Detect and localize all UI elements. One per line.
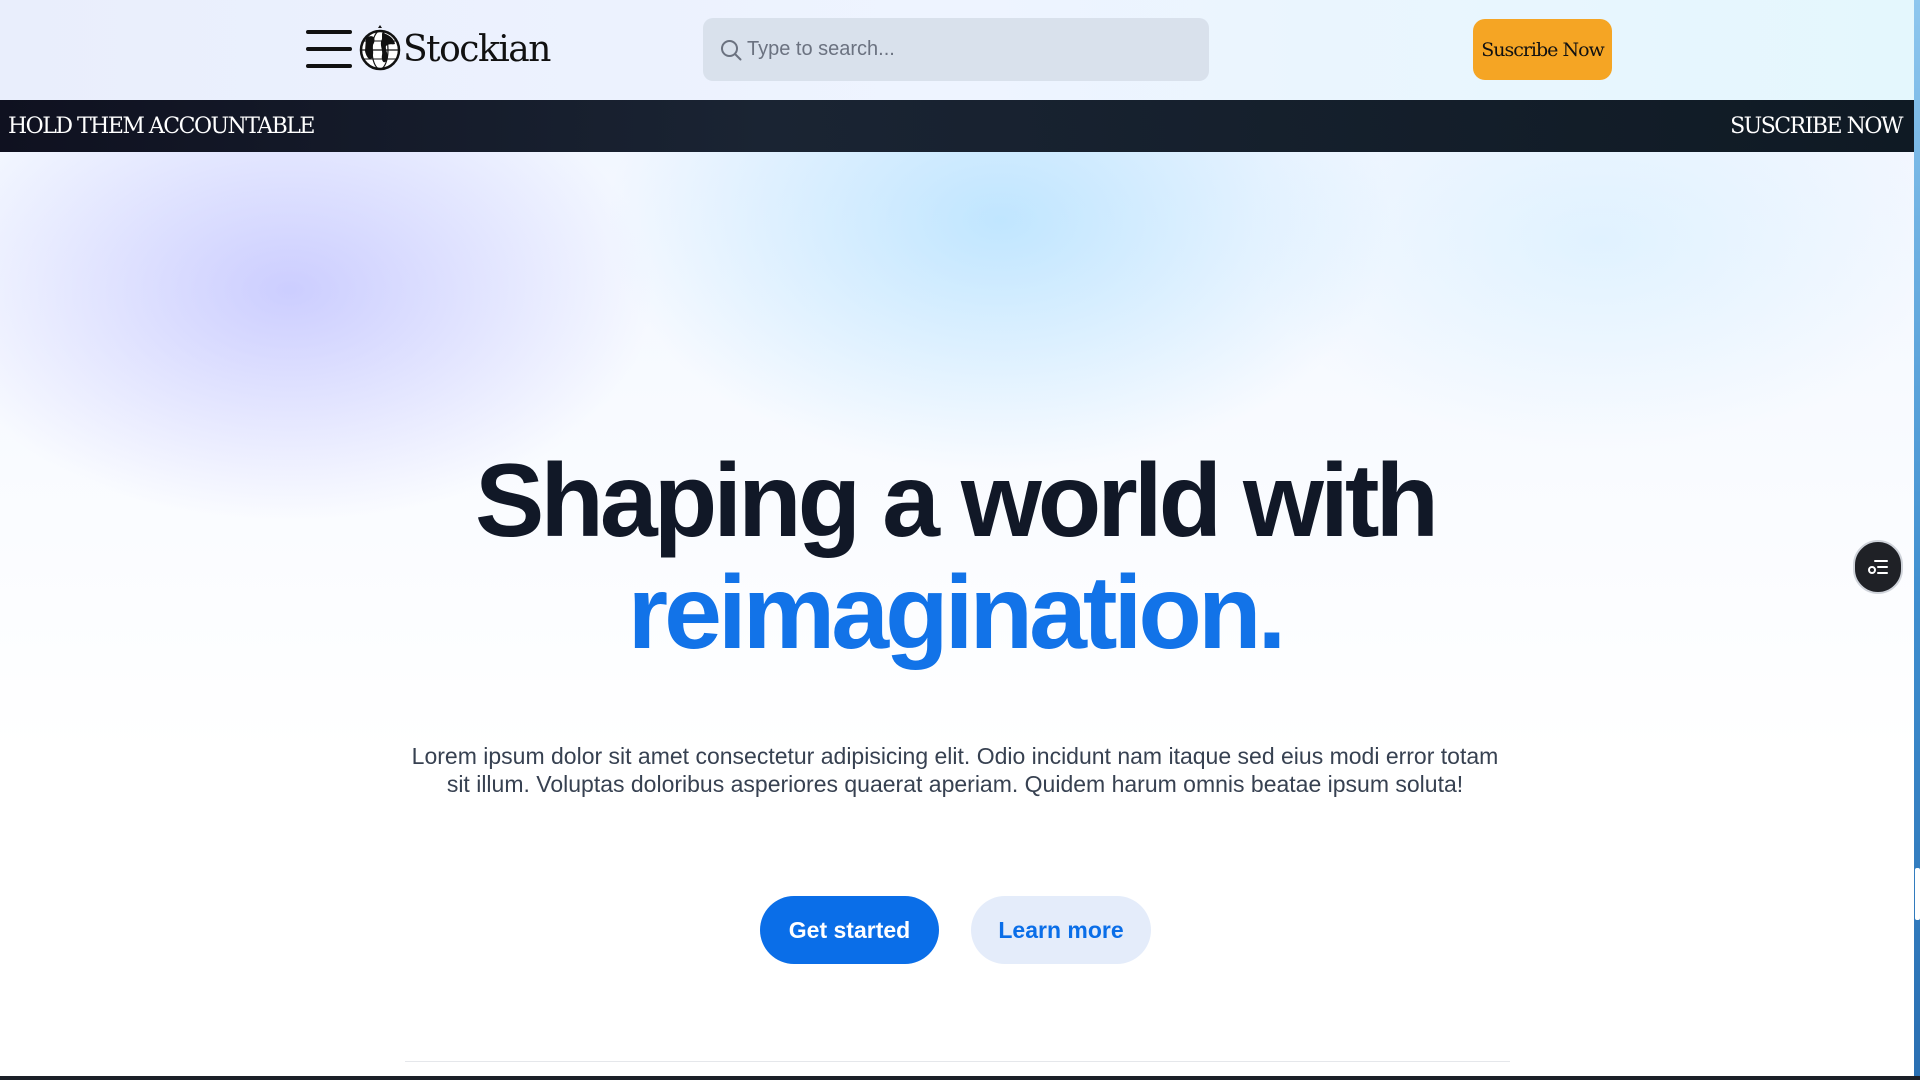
list-settings-icon xyxy=(1868,560,1888,574)
section-divider xyxy=(405,1061,1510,1062)
site-logo[interactable]: Stockian xyxy=(358,24,551,74)
site-header: Stockian Suscribe Now xyxy=(0,0,1914,100)
get-started-button[interactable]: Get started xyxy=(760,896,939,964)
search-icon xyxy=(721,40,742,61)
page: Stockian Suscribe Now HOLD THEM ACCOUNTA… xyxy=(0,0,1914,1076)
ticker-bar: HOLD THEM ACCOUNTABLE SUSCRIBE NOW xyxy=(0,100,1914,152)
hamburger-menu-icon[interactable] xyxy=(306,28,352,70)
learn-more-button[interactable]: Learn more xyxy=(971,896,1151,964)
subscribe-button[interactable]: Suscribe Now xyxy=(1473,19,1612,80)
hero-title-accent: reimagination. xyxy=(627,555,1287,671)
window-bottom-edge xyxy=(0,1076,1920,1080)
scrollbar-thumb[interactable] xyxy=(1915,868,1920,920)
search-input[interactable] xyxy=(747,18,1197,81)
globe-icon xyxy=(359,25,401,71)
window-edge-strip xyxy=(1914,0,1920,1080)
ticker-headline: HOLD THEM ACCOUNTABLE xyxy=(8,114,315,139)
search-box[interactable] xyxy=(703,18,1209,81)
hero-description: Lorem ipsum dolor sit amet consectetur a… xyxy=(411,743,1499,797)
floating-menu-button[interactable] xyxy=(1853,540,1903,594)
logo-text: Stockian xyxy=(403,28,551,70)
ticker-subscribe-link[interactable]: SUSCRIBE NOW xyxy=(1730,114,1903,139)
hero-title: Shaping a world with xyxy=(475,443,1439,559)
